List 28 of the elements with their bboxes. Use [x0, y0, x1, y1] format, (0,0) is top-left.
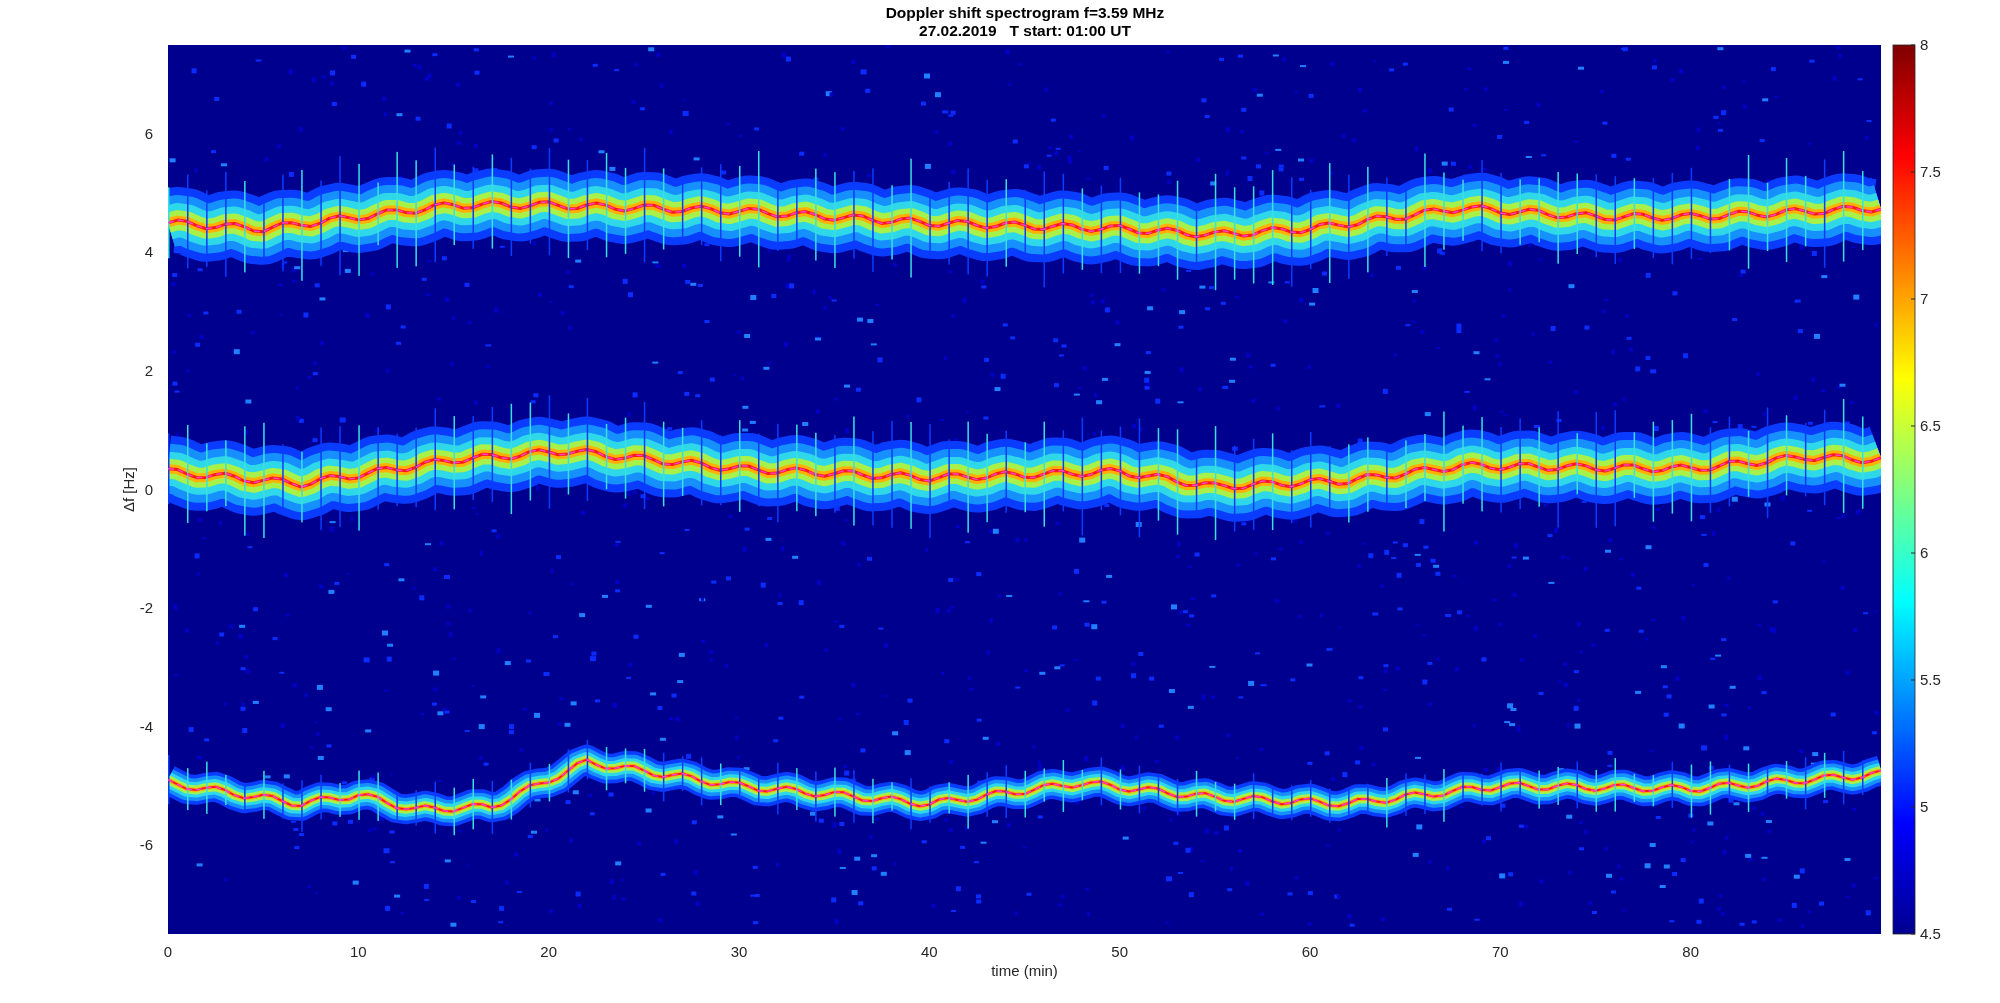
axis-tick-label: 40 [921, 943, 938, 960]
colorbar-tick-label: 6.5 [1920, 417, 1941, 434]
chart-title: Doppler shift spectrogram f=3.59 MHz [885, 4, 1165, 21]
axis-label: Δf [Hz] [120, 467, 137, 512]
axis-tick-label: 60 [1301, 943, 1319, 960]
axis-label: time (min) [991, 962, 1058, 979]
axis-tick-label: 70 [1492, 943, 1509, 960]
chart-title: 27.02.2019 T start: 01:00 UT [919, 22, 1131, 39]
colorbar-tick-label: 8 [1920, 36, 1929, 53]
axis-tick-label: 10 [350, 943, 367, 960]
axis-tick-label: 4 [144, 243, 153, 261]
colorbar-tick-label: 7.5 [1920, 163, 1941, 180]
axis-tick-label: 20 [540, 943, 557, 960]
colorbar-tick-label: 5 [1920, 798, 1929, 815]
axis-tick-label: -2 [139, 599, 153, 617]
axis-tick-label: 50 [1111, 943, 1128, 960]
colorbar-tick-label: 4.5 [1920, 925, 1941, 942]
axis-tick-label: -6 [139, 836, 153, 854]
axis-tick-label: 30 [730, 943, 748, 960]
axis-tick-label: 6 [144, 124, 153, 142]
colorbar-tick-label: 7 [1920, 290, 1929, 307]
axis-tick-label: 0 [163, 943, 173, 960]
axis-tick-label: -4 [139, 717, 153, 735]
axis-tick-label: 0 [144, 480, 153, 498]
colorbar-tick-label: 6 [1920, 544, 1929, 561]
axis-tick-label: 2 [144, 361, 153, 379]
colorbar-tick-label: 5.5 [1920, 671, 1941, 688]
axis-tick-label: 80 [1682, 943, 1699, 960]
